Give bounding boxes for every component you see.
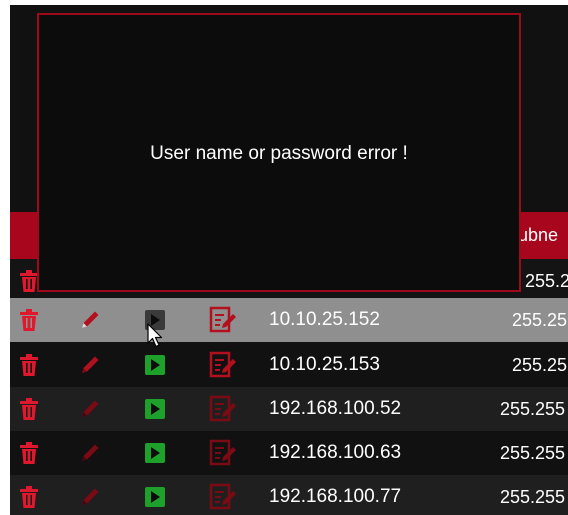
pencil-icon[interactable] bbox=[78, 308, 102, 332]
subnet-mask-cell: 255.255 bbox=[500, 398, 566, 419]
edit-document-icon[interactable] bbox=[208, 350, 238, 380]
trash-icon[interactable] bbox=[18, 485, 40, 509]
subnet-mask-cell: 255.255 bbox=[500, 442, 566, 463]
error-dialog[interactable]: User name or password error ! bbox=[37, 13, 521, 292]
play-icon[interactable] bbox=[145, 355, 165, 375]
table-row[interactable]: 192.168.100.63 255.255 bbox=[10, 431, 568, 475]
ip-address-cell: 192.168.100.77 bbox=[269, 486, 402, 507]
pencil-icon[interactable] bbox=[78, 441, 102, 465]
edit-document-icon[interactable] bbox=[208, 438, 238, 468]
pencil-icon[interactable] bbox=[78, 353, 102, 377]
play-icon[interactable] bbox=[145, 443, 165, 463]
trash-icon[interactable] bbox=[18, 397, 40, 421]
error-message: User name or password error ! bbox=[150, 143, 408, 164]
mouse-cursor-icon bbox=[147, 323, 163, 348]
edit-document-icon[interactable] bbox=[208, 482, 238, 512]
pencil-icon[interactable] bbox=[78, 485, 102, 509]
ip-address-cell: 192.168.100.63 bbox=[269, 442, 402, 463]
table-row[interactable]: 192.168.100.77 255.255 bbox=[10, 475, 568, 515]
header-subnet-mask: ubne bbox=[518, 225, 559, 245]
edit-document-icon[interactable] bbox=[208, 305, 238, 335]
table-row[interactable]: 10.10.25.153 255.25 bbox=[10, 343, 568, 387]
play-icon[interactable] bbox=[145, 399, 165, 419]
play-icon[interactable] bbox=[145, 487, 165, 507]
subnet-mask-cell: 255.25 bbox=[512, 309, 568, 330]
table-row[interactable]: 192.168.100.52 255.255 bbox=[10, 387, 568, 431]
subnet-mask-cell: 255.255 bbox=[500, 486, 566, 507]
table-row[interactable]: 10.10.25.152 255.25 bbox=[10, 298, 568, 342]
edit-document-icon[interactable] bbox=[208, 394, 238, 424]
trash-icon[interactable] bbox=[18, 441, 40, 465]
ip-address-cell: 192.168.100.52 bbox=[269, 398, 402, 419]
subnet-mask-cell: 255.25 bbox=[525, 270, 568, 291]
ip-address-cell: 10.10.25.152 bbox=[269, 309, 380, 330]
trash-icon[interactable] bbox=[18, 308, 40, 332]
pencil-icon[interactable] bbox=[78, 397, 102, 421]
subnet-mask-cell: 255.25 bbox=[512, 354, 568, 375]
ip-address-cell: 10.10.25.153 bbox=[269, 354, 380, 375]
trash-icon[interactable] bbox=[18, 353, 40, 377]
